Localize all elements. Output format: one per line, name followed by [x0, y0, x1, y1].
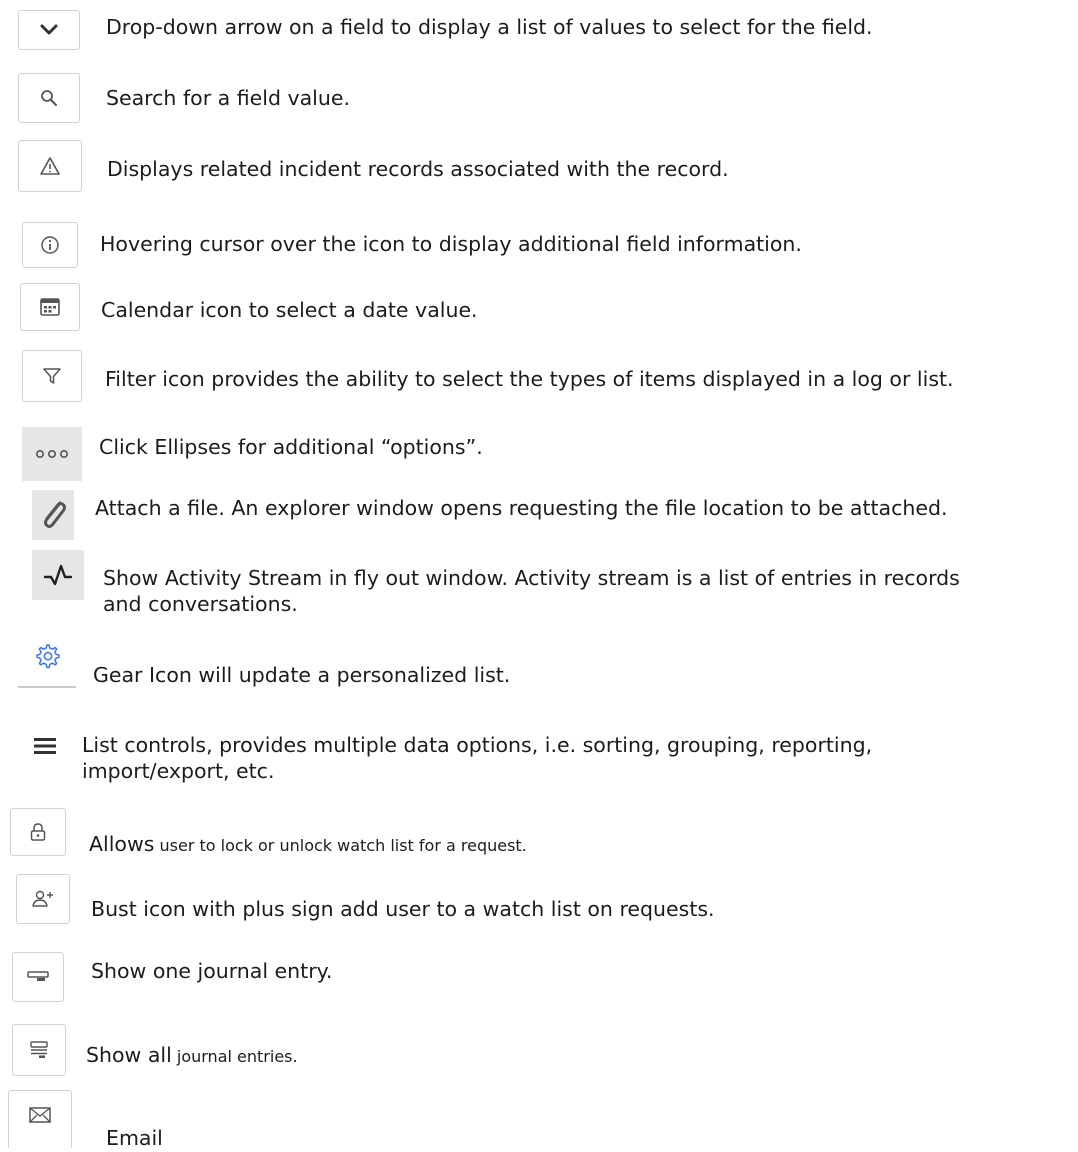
chevron-down-icon — [18, 10, 80, 50]
legend-description: Show Activity Stream in fly out window. … — [103, 566, 960, 617]
warning-triangle-icon — [18, 140, 82, 192]
email-icon — [8, 1090, 72, 1148]
list-controls-icon — [30, 734, 60, 758]
lock-icon — [10, 808, 66, 856]
legend-description: Attach a file. An explorer window opens … — [95, 496, 948, 520]
add-user-icon — [16, 874, 70, 924]
legend-description-line: Show Activity Stream in fly out window. … — [103, 566, 960, 590]
legend-description: Search for a field value. — [106, 86, 350, 110]
filter-icon — [22, 350, 82, 402]
legend-description: Calendar icon to select a date value. — [101, 298, 478, 322]
gear-icon — [18, 642, 76, 688]
legend-description-lead: Allows — [89, 832, 155, 856]
legend-description-line: and conversations. — [103, 591, 298, 616]
legend-description: List controls, provides multiple data op… — [82, 733, 872, 784]
calendar-icon — [20, 283, 80, 331]
legend-description-line: List controls, provides multiple data op… — [82, 733, 873, 757]
legend-description: Hovering cursor over the icon to display… — [100, 232, 802, 256]
legend-description: Drop-down arrow on a field to display a … — [106, 15, 873, 39]
legend-description: Filter icon provides the ability to sele… — [105, 367, 954, 391]
legend-description: Displays related incident records associ… — [107, 157, 729, 181]
legend-description: Gear Icon will update a personalized lis… — [93, 663, 511, 687]
legend-description-lead: Show all — [86, 1043, 172, 1067]
legend-description: Click Ellipses for additional “options”. — [99, 435, 483, 459]
activity-stream-icon — [32, 550, 84, 600]
legend-description: Show one journal entry. — [91, 959, 333, 983]
info-icon — [22, 222, 78, 268]
legend-description: Email — [106, 1126, 163, 1150]
all-journal-entries-icon — [12, 1024, 66, 1076]
legend-description: Bust icon with plus sign add user to a w… — [91, 897, 715, 921]
legend-description: Allows user to lock or unlock watch list… — [89, 832, 527, 858]
single-journal-entry-icon — [12, 952, 64, 1002]
legend-description-line: import/export, etc. — [82, 758, 275, 783]
paperclip-icon — [32, 490, 74, 540]
ellipsis-icon — [22, 427, 82, 481]
legend-description-rest: journal entries. — [171, 1047, 298, 1066]
legend-description: Show all journal entries. — [86, 1043, 298, 1069]
search-icon — [18, 73, 80, 123]
legend-description-rest: user to lock or unlock watch list for a … — [154, 836, 527, 855]
